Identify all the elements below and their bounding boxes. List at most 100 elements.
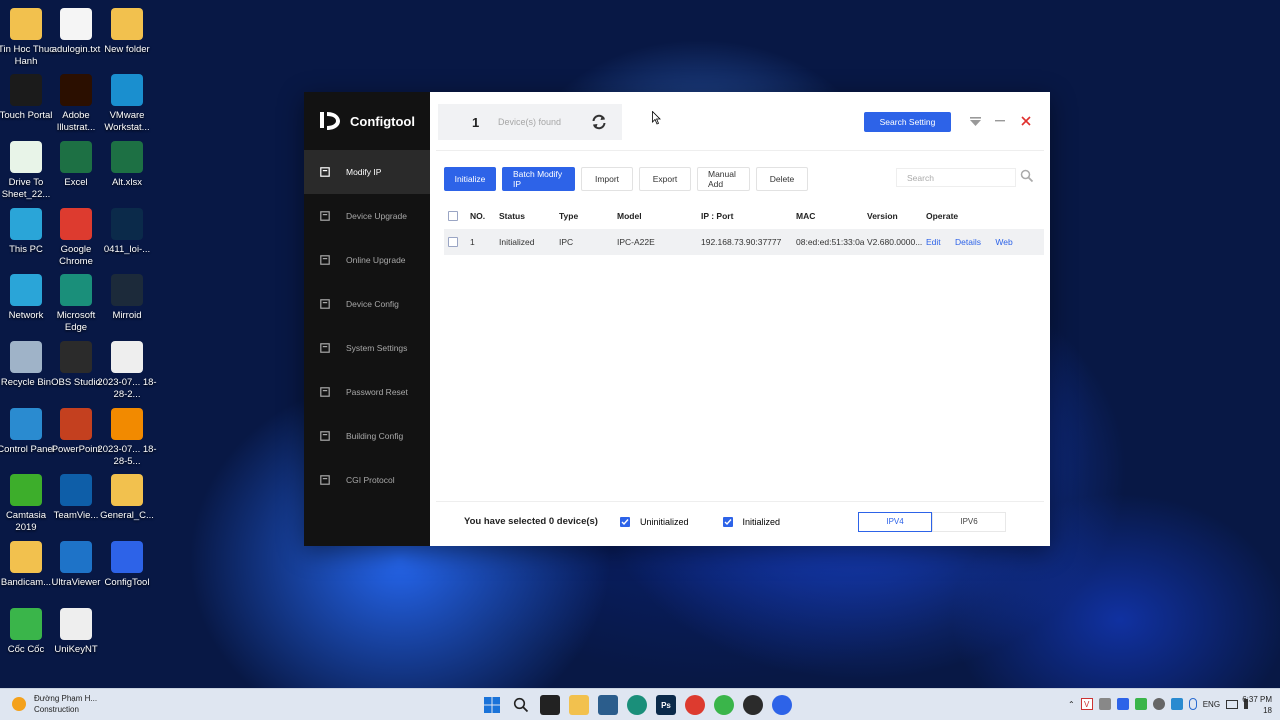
desktop-shortcut[interactable]: OBS Studio (50, 341, 102, 389)
chrome-taskbar-icon[interactable] (685, 695, 705, 715)
uninitialized-checkbox[interactable] (619, 516, 630, 527)
desktop-shortcut[interactable]: Excel (50, 141, 102, 189)
row-checkbox[interactable] (448, 237, 458, 248)
close-icon[interactable] (1019, 114, 1033, 128)
desktop-shortcut[interactable]: Bandicam... (0, 541, 52, 589)
tray-app-icon[interactable] (1152, 698, 1165, 710)
task-view-icon[interactable] (540, 695, 560, 715)
video-file-icon (111, 341, 143, 373)
desktop-shortcut-label: ConfigTool (104, 577, 150, 588)
tray-app-icon[interactable] (1098, 698, 1111, 710)
desktop-shortcut[interactable]: 2023-07... 18-28-2... (97, 341, 157, 401)
configtool-taskbar-icon[interactable] (772, 695, 792, 715)
desktop-shortcut[interactable]: This PC (0, 208, 52, 256)
edge-taskbar-icon[interactable] (627, 695, 647, 715)
desktop-shortcut-label: 2023-07... 18-28-5... (97, 444, 157, 467)
manual-add-button[interactable]: Manual Add (697, 167, 750, 191)
main-panel: 1 Device(s) found Search Setting Initial… (430, 92, 1050, 546)
import-button[interactable]: Import (581, 167, 633, 191)
desktop-shortcut-label: UniKeyNT (54, 644, 98, 655)
initialized-checkbox[interactable] (722, 516, 733, 527)
dropdown-menu-icon[interactable] (968, 114, 982, 128)
header-version[interactable]: Version (867, 203, 926, 229)
desktop-shortcut[interactable]: Cốc Cốc (0, 608, 52, 656)
search-taskbar-icon[interactable] (511, 695, 531, 715)
desktop-shortcut[interactable]: Tin Hoc Thuc Hanh (0, 8, 54, 68)
tray-app-icon[interactable] (1116, 698, 1129, 710)
desktop-shortcut[interactable]: Adobe Illustrat... (50, 74, 102, 134)
refresh-icon[interactable] (590, 113, 608, 131)
desktop-shortcut[interactable]: VMware Workstat... (101, 74, 153, 134)
sidebar-item-cgi-protocol[interactable]: CGI Protocol (304, 458, 430, 502)
language-indicator[interactable]: ENG (1203, 700, 1220, 709)
tray-chevron-icon[interactable]: ⌃ (1068, 700, 1075, 709)
ipv6-button[interactable]: IPV6 (932, 511, 1007, 532)
start-icon[interactable] (482, 695, 502, 715)
desktop-shortcut[interactable]: Camtasia 2019 (0, 474, 52, 534)
desktop-shortcut[interactable]: Microsoft Edge (50, 274, 102, 334)
select-all-checkbox[interactable] (448, 211, 458, 222)
table-row[interactable]: 1 Initialized IPC IPC-A22E 192.168.73.90… (444, 229, 1044, 255)
microphone-icon[interactable] (1188, 698, 1197, 710)
obs-icon (60, 341, 92, 373)
photoshop-taskbar-icon[interactable]: Ps (656, 695, 676, 715)
clock[interactable]: 6:37 PM 18 (1236, 694, 1272, 716)
header-model[interactable]: Model (617, 203, 701, 229)
sidebar-item-device-config[interactable]: Device Config (304, 282, 430, 326)
desktop-shortcut[interactable]: TeamVie... (50, 474, 102, 522)
unikey-tray-icon[interactable]: V (1080, 698, 1093, 710)
edit-link[interactable]: Edit (926, 237, 941, 247)
excel-file-icon (111, 141, 143, 173)
desktop-shortcut[interactable]: UniKeyNT (50, 608, 102, 656)
export-button[interactable]: Export (639, 167, 691, 191)
batch-modify-ip-button[interactable]: Batch Modify IP (502, 167, 575, 191)
sidebar-item-modify-ip[interactable]: Modify IP (304, 150, 430, 194)
desktop-shortcut[interactable]: General_C... (100, 474, 154, 522)
uninitialized-filter[interactable]: Uninitialized (619, 516, 689, 527)
desktop-shortcut[interactable]: Touch Portal (0, 74, 52, 122)
header-type[interactable]: Type (559, 203, 617, 229)
coccoc-taskbar-icon[interactable] (714, 695, 734, 715)
web-link[interactable]: Web (995, 237, 1012, 247)
desktop-shortcut[interactable]: Drive To Sheet_22... (0, 141, 52, 201)
desktop-shortcut[interactable]: UltraViewer (50, 541, 102, 589)
minimize-icon[interactable] (993, 114, 1007, 128)
desktop-shortcut[interactable]: Mirroid (101, 274, 153, 322)
weather-widget[interactable]: Đường Phạm H... Construction (12, 693, 97, 715)
initialize-button[interactable]: Initialize (444, 167, 496, 191)
desktop-shortcut[interactable]: Network (0, 274, 52, 322)
desktop-shortcut[interactable]: New folder (101, 8, 153, 56)
header-no[interactable]: NO. (470, 203, 499, 229)
ipv4-button[interactable]: IPV4 (858, 511, 933, 532)
obs-taskbar-icon[interactable] (743, 695, 763, 715)
search-icon[interactable] (1020, 169, 1034, 183)
desktop-shortcut[interactable]: adulogin.txt (50, 8, 102, 56)
desktop-shortcut[interactable]: ConfigTool (101, 541, 153, 589)
recycle-bin-icon (10, 341, 42, 373)
initialized-filter[interactable]: Initialized (722, 516, 780, 527)
tray-app-icon[interactable] (1134, 698, 1147, 710)
desktop-shortcut[interactable]: 2023-07... 18-28-5... (97, 408, 157, 468)
store-icon[interactable] (598, 695, 618, 715)
sidebar-item-password-reset[interactable]: Password Reset (304, 370, 430, 414)
header-ip-port[interactable]: IP : Port (701, 203, 796, 229)
header-status[interactable]: Status (499, 203, 559, 229)
details-link[interactable]: Details (955, 237, 981, 247)
folder-icon (111, 8, 143, 40)
desktop-shortcut[interactable]: 0411_loi-... (101, 208, 153, 256)
search-input[interactable]: Search (896, 168, 1016, 187)
sidebar-item-building-config[interactable]: Building Config (304, 414, 430, 458)
delete-button[interactable]: Delete (756, 167, 808, 191)
header-mac[interactable]: MAC (796, 203, 867, 229)
sidebar-item-device-upgrade[interactable]: Device Upgrade (304, 194, 430, 238)
search-setting-button[interactable]: Search Setting (864, 112, 951, 132)
desktop-shortcut[interactable]: Google Chrome (50, 208, 102, 268)
desktop-shortcut[interactable]: Control Panel (0, 408, 55, 456)
desktop-shortcut[interactable]: PowerPoint (50, 408, 102, 456)
sidebar-item-online-upgrade[interactable]: Online Upgrade (304, 238, 430, 282)
tray-app-icon[interactable] (1170, 698, 1183, 710)
sidebar-item-system-settings[interactable]: System Settings (304, 326, 430, 370)
file-explorer-icon[interactable] (569, 695, 589, 715)
desktop-shortcut[interactable]: Recycle Bin (0, 341, 52, 389)
desktop-shortcut[interactable]: Alt.xlsx (101, 141, 153, 189)
